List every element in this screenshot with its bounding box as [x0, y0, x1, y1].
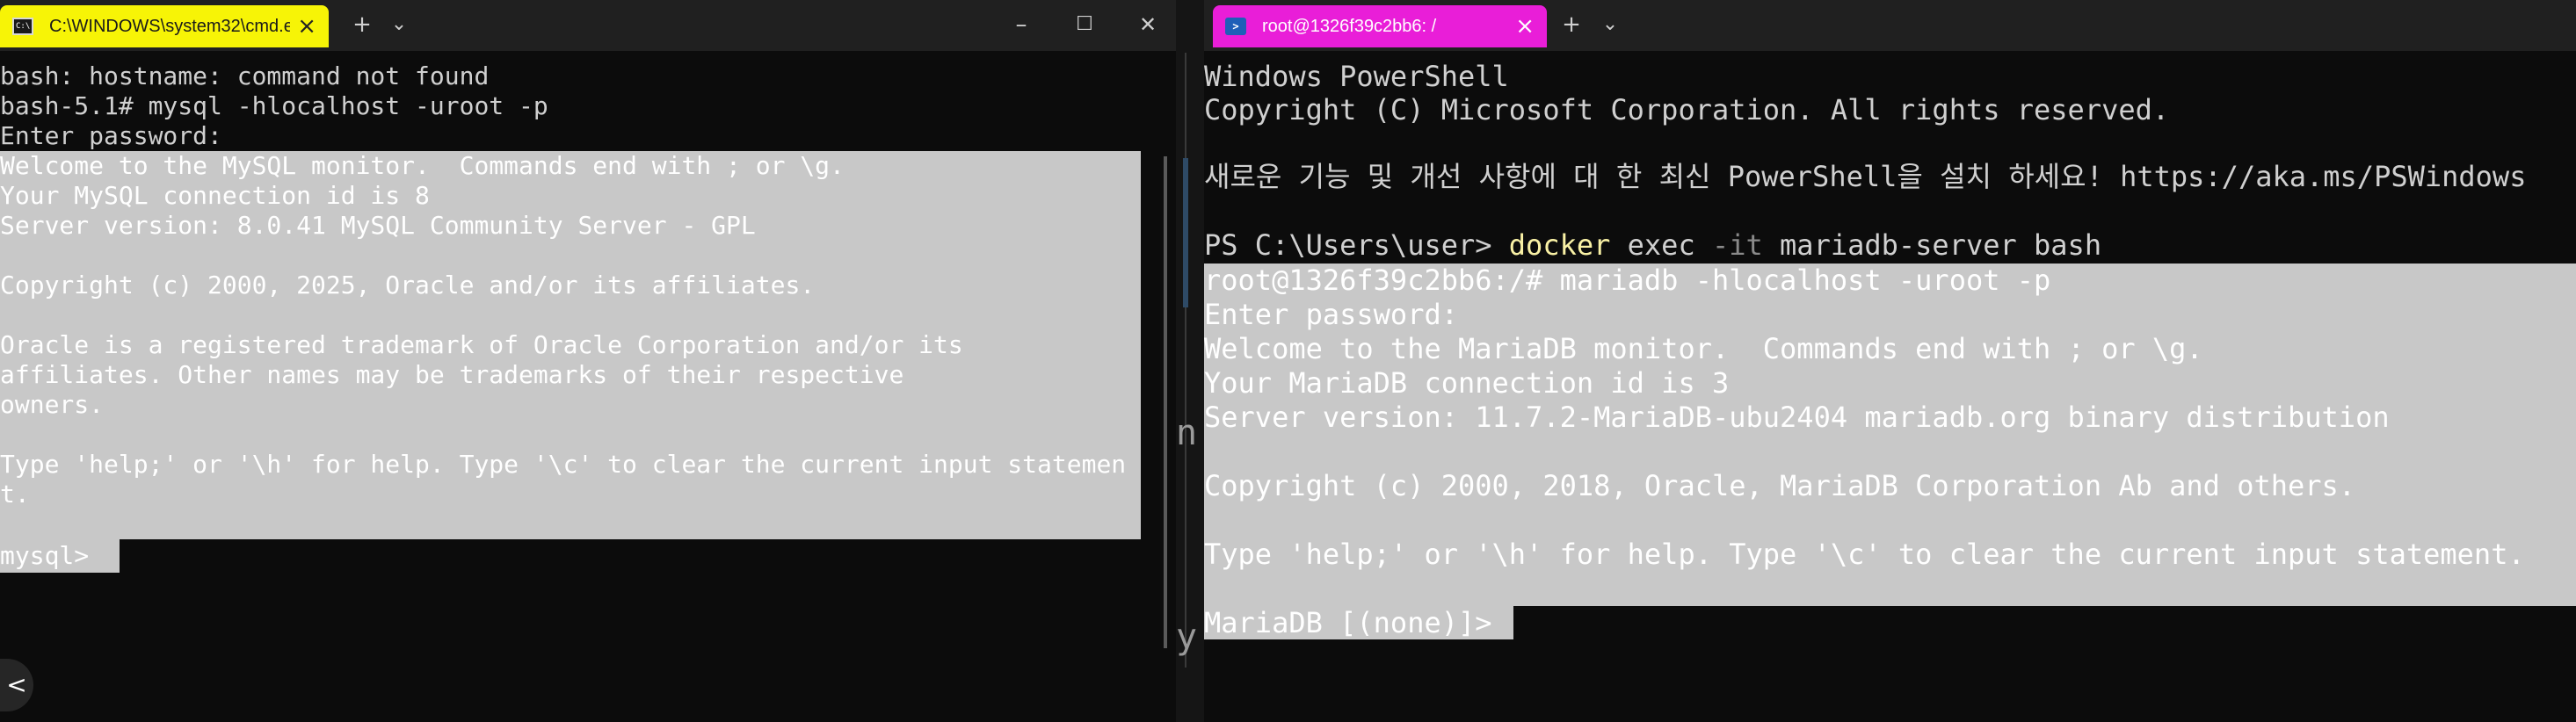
- terminal-line: Copyright (c) 2000, 2025, Oracle and/or …: [0, 271, 816, 300]
- window-gap: n y: [1176, 0, 1204, 722]
- terminal-line: Copyright (C) Microsoft Corporation. All…: [1204, 93, 2170, 126]
- terminal-line: Oracle is a registered trademark of Orac…: [0, 330, 963, 359]
- terminal-line: bash: hostname: command not found: [0, 61, 490, 90]
- terminal-line: Your MariaDB connection id is 3: [1204, 366, 1730, 400]
- chevron-left-icon[interactable]: <: [0, 659, 33, 711]
- scrollbar[interactable]: [1164, 156, 1167, 648]
- background-window-edge: [1183, 158, 1188, 307]
- divider: [1185, 53, 1186, 668]
- right-terminal-window[interactable]: > root@1326f39c2bb6: / × + ⌄ Windows Pow…: [1204, 0, 2576, 722]
- terminal-line: Your MySQL connection id is 8: [0, 181, 430, 210]
- left-terminal-tab[interactable]: C:\ C:\WINDOWS\system32\cmd.exe ×: [0, 5, 329, 47]
- powershell-command-line: PS C:\Users\user> docker exec -it mariad…: [1204, 228, 2101, 262]
- powershell-icon: >: [1225, 18, 1246, 35]
- terminal-line: Welcome to the MySQL monitor. Commands e…: [0, 151, 845, 180]
- terminal-line: root@1326f39c2bb6:/# mariadb -hlocalhost…: [1204, 264, 2051, 297]
- right-tab-title: root@1326f39c2bb6: /: [1262, 16, 1437, 36]
- minimize-icon[interactable]: –: [1002, 7, 1041, 42]
- new-tab-plus-icon[interactable]: +: [346, 7, 378, 42]
- cmd-icon: C:\: [12, 18, 33, 35]
- tab-dropdown-chevron-icon[interactable]: ⌄: [383, 7, 415, 42]
- terminal-line: affiliates. Other names may be trademark…: [0, 360, 904, 389]
- terminal-line: Server version: 8.0.41 MySQL Community S…: [0, 211, 756, 240]
- background-text-fragment: n: [1176, 413, 1198, 453]
- right-terminal-output[interactable]: Windows PowerShell Copyright (C) Microso…: [1204, 51, 2576, 722]
- terminal-line: Type 'help;' or '\h' for help. Type '\c'…: [0, 450, 1127, 479]
- terminal-line: Copyright (c) 2000, 2018, Oracle, MariaD…: [1204, 469, 2356, 502]
- right-titlebar: > root@1326f39c2bb6: / × + ⌄: [1204, 0, 2576, 51]
- left-terminal-window[interactable]: C:\ C:\WINDOWS\system32\cmd.exe × + ⌄ – …: [0, 0, 1176, 722]
- left-tab-title: C:\WINDOWS\system32\cmd.exe: [49, 16, 291, 36]
- terminal-line: Server version: 11.7.2-MariaDB-ubu2404 m…: [1204, 401, 2390, 434]
- terminal-line: Welcome to the MariaDB monitor. Commands…: [1204, 332, 2203, 365]
- terminal-line: bash-5.1# mysql -hlocalhost -uroot -p: [0, 91, 548, 120]
- background-text-fragment: y: [1176, 617, 1198, 657]
- terminal-line: owners.: [0, 390, 105, 419]
- left-titlebar: C:\ C:\WINDOWS\system32\cmd.exe × + ⌄ – …: [0, 0, 1176, 51]
- left-terminal-output[interactable]: bash: hostname: command not found bash-5…: [0, 51, 1176, 722]
- terminal-line: Enter password:: [1204, 298, 1458, 331]
- right-terminal-tab[interactable]: > root@1326f39c2bb6: / ×: [1213, 5, 1547, 47]
- ps-command-flag: -it: [1711, 228, 1763, 262]
- close-tab-icon[interactable]: ×: [1515, 13, 1535, 40]
- ps-prompt: PS C:\Users\user>: [1204, 228, 1509, 262]
- close-window-icon[interactable]: ✕: [1128, 7, 1167, 42]
- mysql-prompt[interactable]: mysql>: [0, 541, 104, 571]
- tab-dropdown-chevron-icon[interactable]: ⌄: [1594, 7, 1626, 42]
- maximize-icon[interactable]: ☐: [1065, 7, 1104, 42]
- ps-command-name: docker: [1508, 228, 1611, 262]
- terminal-line-korean-notice: 새로운 기능 및 개선 사항에 대 한 최신 PowerShell을 설치 하세…: [1204, 160, 2527, 193]
- terminal-line: Enter password:: [0, 121, 222, 150]
- ps-command-rest: mariadb-server bash: [1762, 228, 2102, 262]
- terminal-line: Windows PowerShell: [1204, 60, 1509, 93]
- terminal-line: Type 'help;' or '\h' for help. Type '\c'…: [1204, 538, 2525, 571]
- terminal-line: t.: [0, 480, 30, 509]
- close-tab-icon[interactable]: ×: [297, 13, 316, 40]
- new-tab-plus-icon[interactable]: +: [1556, 7, 1587, 42]
- ps-command-arg: exec: [1610, 228, 1712, 262]
- mariadb-prompt[interactable]: MariaDB [(none)]>: [1204, 606, 1492, 639]
